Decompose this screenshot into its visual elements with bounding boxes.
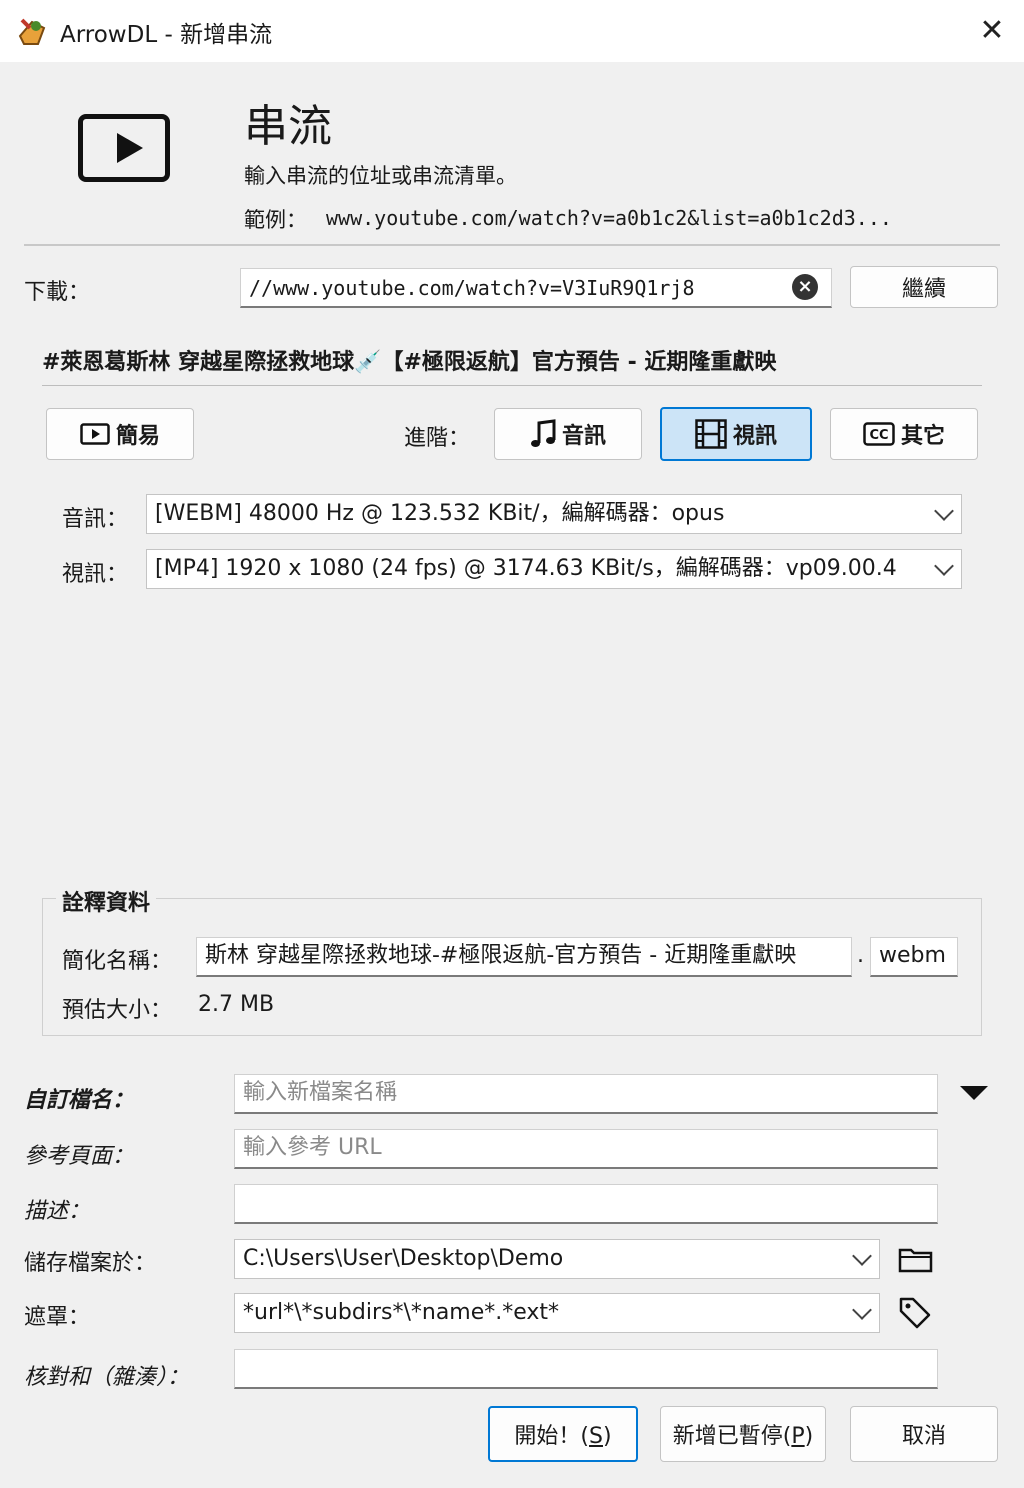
extension-input[interactable]: webm	[870, 937, 958, 977]
custom-name-placeholder: 輸入新檔案名稱	[243, 1080, 398, 1105]
clear-url-icon[interactable]: ×	[792, 274, 818, 300]
checksum-label: 核對和（雜湊）：	[24, 1365, 190, 1390]
page-title: 串流	[244, 101, 332, 152]
start-text: 開始！(	[514, 1424, 590, 1449]
other-mode-button[interactable]: CC 其它	[830, 408, 978, 460]
start-button-label: 開始！(S)	[514, 1418, 611, 1450]
advanced-label: 進階：	[404, 426, 471, 451]
simple-mode-button[interactable]: 簡易	[46, 408, 194, 460]
video-stream-select[interactable]: [MP4] 1920 x 1080 (24 fps) @ 3174.63 KBi…	[146, 549, 962, 589]
mask-select[interactable]: *url*\*subdirs*\*name*.*ext*	[234, 1293, 880, 1333]
add-paused-shortcut-key: P	[791, 1424, 805, 1449]
custom-name-label: 自訂檔名：	[24, 1088, 135, 1113]
extension-dot: .	[857, 943, 864, 968]
audio-stream-label: 音訊：	[62, 507, 129, 532]
music-note-icon	[530, 419, 556, 447]
description-label: 描述：	[24, 1199, 91, 1224]
audio-mode-label: 音訊	[561, 424, 606, 449]
mask-value: *url*\*subdirs*\*name*.*ext*	[243, 1300, 560, 1325]
stream-play-icon	[78, 114, 170, 182]
referrer-label: 參考頁面：	[24, 1144, 135, 1169]
video-stream-label: 視訊：	[62, 562, 129, 587]
audio-stream-value: [WEBM] 48000 Hz @ 123.532 KBit/，編解碼器：opu…	[155, 501, 725, 526]
video-mode-label: 視訊	[732, 424, 777, 449]
referrer-input[interactable]: 輸入參考 URL	[234, 1129, 938, 1169]
cancel-button[interactable]: 取消	[850, 1406, 998, 1462]
audio-mode-button[interactable]: 音訊	[494, 408, 642, 460]
estimated-size-value: 2.7 MB	[198, 992, 275, 1017]
video-mode-button[interactable]: 視訊	[660, 407, 812, 461]
simplified-name-input[interactable]: 斯林 穿越星際拯救地球-#極限返航-官方預告 - 近期隆重獻映	[196, 937, 852, 977]
start-close-paren: )	[602, 1424, 612, 1449]
simplified-name-value: 斯林 穿越星際拯救地球-#極限返航-官方預告 - 近期隆重獻映	[205, 943, 797, 968]
header-divider	[24, 244, 1000, 246]
chevron-down-icon	[934, 556, 954, 576]
start-button[interactable]: 開始！(S)	[488, 1406, 638, 1462]
metadata-group-title: 詮釋資料	[56, 885, 157, 917]
start-shortcut-key: S	[589, 1424, 603, 1449]
audio-stream-select[interactable]: [WEBM] 48000 Hz @ 123.532 KBit/，編解碼器：opu…	[146, 494, 962, 534]
extension-value: webm	[879, 943, 946, 968]
other-mode-label: 其它	[900, 424, 945, 449]
description-input[interactable]	[234, 1184, 938, 1224]
expand-options-icon[interactable]	[960, 1086, 988, 1100]
mask-label: 遮罩：	[24, 1305, 91, 1330]
arrowdl-app-icon	[18, 18, 46, 45]
example-url: www.youtube.com/watch?v=a0b1c2&list=a0b1…	[326, 206, 892, 230]
video-stream-value: [MP4] 1920 x 1080 (24 fps) @ 3174.63 KBi…	[155, 556, 897, 581]
folder-icon[interactable]	[898, 1244, 934, 1274]
download-url-input[interactable]: //www.youtube.com/watch?v=V3IuR9Q1rj8	[240, 268, 832, 308]
chevron-down-icon	[852, 1300, 872, 1320]
custom-name-input[interactable]: 輸入新檔案名稱	[234, 1074, 938, 1114]
window-title: ArrowDL - 新增串流	[60, 22, 273, 48]
checksum-input[interactable]	[234, 1349, 938, 1389]
play-icon	[80, 423, 110, 445]
simplified-name-label: 簡化名稱：	[62, 949, 173, 974]
page-description: 輸入串流的位址或串流清單。	[244, 164, 517, 188]
close-window-button[interactable]: ✕	[972, 12, 1012, 50]
add-paused-text: 新增已暫停(	[672, 1424, 792, 1449]
save-location-label: 儲存檔案於：	[24, 1251, 157, 1276]
add-paused-button-label: 新增已暫停(P)	[673, 1418, 813, 1450]
add-paused-button[interactable]: 新增已暫停(P)	[660, 1406, 826, 1462]
save-location-select[interactable]: C:\Users\User\Desktop\Demo	[234, 1239, 880, 1279]
download-url-value: //www.youtube.com/watch?v=V3IuR9Q1rj8	[249, 276, 695, 300]
continue-button[interactable]: 繼續	[850, 266, 998, 308]
save-location-value: C:\Users\User\Desktop\Demo	[243, 1246, 564, 1271]
title-divider	[42, 385, 982, 386]
chevron-down-icon	[852, 1246, 872, 1266]
svg-text:CC: CC	[869, 428, 888, 443]
tag-icon[interactable]	[898, 1296, 932, 1330]
chevron-down-icon	[934, 501, 954, 521]
simple-mode-label: 簡易	[115, 424, 160, 449]
stream-title: #萊恩葛斯林 穿越星際拯救地球💉【#極限返航】官方預告 - 近期隆重獻映	[42, 350, 777, 375]
closed-caption-icon: CC	[863, 422, 895, 446]
estimated-size-label: 預估大小：	[62, 998, 173, 1023]
add-paused-close-paren: )	[804, 1424, 814, 1449]
film-strip-icon	[695, 419, 727, 449]
example-label: 範例：	[244, 208, 307, 232]
referrer-placeholder: 輸入參考 URL	[243, 1135, 382, 1160]
download-label: 下載：	[24, 280, 91, 305]
